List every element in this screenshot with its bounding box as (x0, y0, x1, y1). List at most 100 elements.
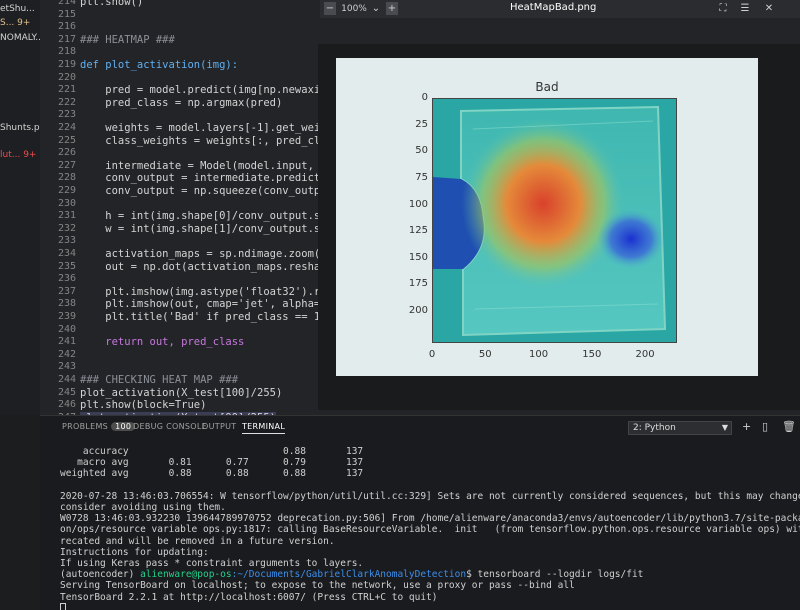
line-number: 220 (57, 71, 76, 83)
x-tick-label: 150 (582, 349, 602, 360)
x-tick-label: 200 (635, 349, 655, 360)
code-line[interactable]: pred = model.predict(img[np.newaxis,:, (80, 84, 345, 96)
more-options-icon[interactable]: ☰ (738, 2, 752, 15)
code-line[interactable]: ### HEATMAP ### (80, 34, 175, 46)
y-tick-label: 0 (421, 92, 428, 103)
terminal-select[interactable]: 2: Python ▼ (628, 421, 732, 435)
line-number: 243 (57, 361, 76, 373)
chevron-down-icon: ▼ (721, 423, 728, 432)
x-tick-label: 0 (428, 349, 436, 360)
code-line[interactable]: weights = model.layers[-1].get_weights (80, 122, 345, 134)
sidebar-item-file[interactable]: etShu... (0, 4, 35, 14)
line-number: 241 (57, 336, 76, 348)
tab-output[interactable]: OUTPUT (202, 422, 236, 431)
terminal-line: Serving TensorBoard on localhost; to exp… (60, 580, 575, 592)
line-number: 226 (57, 147, 76, 159)
line-number: 230 (57, 197, 76, 209)
terminal-prompt-path: :~/Documents/GabrielClarkAnomalyDetectio… (231, 569, 467, 581)
code-line[interactable]: conv_output = intermediate.predict(img (80, 172, 345, 184)
heatmap-figure: Bad 0 25 50 75 100 125 150 175 200 0 50 100 150 200 (336, 58, 758, 376)
code-line[interactable]: plt.imshow(img.astype('float32').resha (80, 286, 345, 298)
image-viewer-toolbar: − 100% ⌄ + HeatMapBad.png ⛶ ☰ ✕ (320, 0, 800, 18)
terminal-prompt-line: (autoencoder) alienware@pop-os:~/Documen… (60, 569, 643, 580)
zoom-in-button[interactable]: + (386, 2, 398, 15)
y-tick-label: 150 (408, 251, 428, 263)
terminal-line: macro avg 0.81 0.77 0.79 137 (60, 457, 364, 469)
code-line[interactable]: return out, pred_class (80, 336, 244, 348)
terminal-line: consider avoiding using them. (60, 502, 226, 513)
line-number: 222 (57, 96, 76, 108)
line-number: 219 (57, 59, 76, 70)
line-number: 235 (57, 260, 76, 272)
line-number: 236 (57, 273, 76, 285)
terminal-line: If using Keras pass * constraint argumen… (60, 558, 364, 569)
sidebar-item-file[interactable]: Shunts.py (0, 123, 40, 133)
zoom-dropdown-icon[interactable]: ⌄ (370, 2, 382, 15)
sidebar-item-file[interactable]: S... 9+ (0, 18, 30, 28)
code-line[interactable]: def plot_activation(img): (80, 59, 238, 71)
code-line[interactable]: conv_output = np.squeeze(conv_output) (80, 185, 339, 197)
new-terminal-button[interactable]: + (742, 420, 751, 433)
plot-title: Bad (535, 80, 559, 94)
heatmap-image (433, 99, 676, 342)
y-tick-label: 125 (408, 225, 428, 237)
line-number: 227 (57, 159, 76, 171)
sidebar-item-file[interactable]: lut... 9+ (0, 150, 36, 160)
code-line[interactable]: intermediate = Model(model.input, mode (80, 160, 345, 172)
line-number: 233 (57, 235, 76, 247)
split-terminal-button[interactable]: ▯ (762, 420, 768, 433)
line-number: 240 (57, 323, 76, 335)
code-line[interactable]: ### CHECKING HEAT MAP ### (80, 374, 238, 386)
x-tick-label: 50 (478, 349, 492, 360)
explorer-sidebar: etShu... S... 9+ NOMALY... Shunts.py lut… (0, 0, 40, 415)
problems-count-badge: 100 (111, 422, 136, 431)
code-line[interactable]: w = int(img.shape[1]/conv_output.shape (80, 223, 345, 235)
zoom-level: 100% (341, 3, 367, 14)
sidebar-item-folder[interactable]: NOMALY... (0, 33, 40, 43)
line-number: 242 (57, 348, 76, 360)
image-viewer: Bad 0 25 50 75 100 125 150 175 200 0 50 100 150 200 (318, 44, 800, 410)
code-line[interactable]: plt.imshow(out, cmap='jet', alpha=0.35 (80, 298, 345, 310)
y-tick-label: 100 (408, 198, 428, 210)
line-number: 234 (57, 248, 76, 259)
terminal-prompt-env: (autoencoder) (60, 569, 141, 581)
code-line[interactable]: pred_class = np.argmax(pred) (80, 97, 282, 109)
line-number: 218 (57, 46, 76, 58)
fullscreen-icon[interactable]: ⛶ (716, 2, 730, 15)
line-number: 216 (57, 21, 76, 33)
terminal-cursor[interactable] (60, 603, 66, 610)
code-line[interactable]: plt.show(block=True) (80, 399, 206, 411)
terminal-prompt-user: alienware@pop-os (140, 569, 232, 581)
terminal-line: accuracy 0.88 137 (60, 446, 364, 457)
tab-debug-console[interactable]: DEBUG CONSOLE (133, 422, 207, 431)
code-line[interactable]: plt.title('Bad' if pred_class == 1 els (80, 311, 345, 323)
y-tick-label: 50 (415, 145, 428, 157)
y-tick-label: 200 (408, 305, 428, 317)
line-number: 237 (57, 285, 76, 297)
code-line[interactable]: h = int(img.shape[0]/conv_output.shape (80, 210, 345, 222)
terminal-line: W0728 13:46:03.932230 139644789970752 de… (60, 513, 800, 525)
heatmap-axes (432, 98, 677, 343)
terminal-line: Instructions for updating: (60, 546, 209, 558)
code-line[interactable]: plt.show() (80, 0, 143, 8)
code-line[interactable]: activation_maps = sp.ndimage.zoom(conv (80, 248, 345, 260)
viewer-filename: HeatMapBad.png (510, 2, 597, 13)
tab-terminal[interactable]: TERMINAL (242, 422, 286, 434)
close-icon[interactable]: ✕ (762, 2, 776, 15)
line-number-gutter: 214 215 216 217 218 219 220 221 222 223 224 225 226 2… (40, 0, 80, 415)
kill-terminal-button[interactable]: 🗑 (782, 420, 796, 433)
tab-problems[interactable]: PROBLEMS 100 (62, 422, 136, 431)
line-number: 228 (57, 172, 76, 184)
terminal-line: TensorBoard 2.2.1 at http://localhost:60… (60, 591, 438, 603)
line-number: 238 (57, 298, 76, 310)
terminal-line: on/ops/resource variable ops.py:1817: ca… (60, 524, 800, 536)
y-tick-label: 25 (415, 118, 428, 130)
code-line[interactable]: plot_activation(X_test[100]/255) (80, 387, 282, 399)
code-line[interactable]: out = np.dot(activation_maps.reshape(( (80, 261, 345, 273)
panel-tabs: PROBLEMS 100 DEBUG CONSOLE OUTPUT TERMINA… (40, 416, 800, 440)
code-line[interactable]: class_weights = weights[:, pred_class] (80, 135, 345, 147)
problem-count-badge: 9+ (23, 150, 37, 160)
cursor-icon (60, 603, 66, 610)
zoom-out-button[interactable]: − (324, 2, 336, 15)
terminal-output[interactable]: accuracy 0.88 137 macro avg 0.81 0.77 0.… (60, 446, 800, 610)
